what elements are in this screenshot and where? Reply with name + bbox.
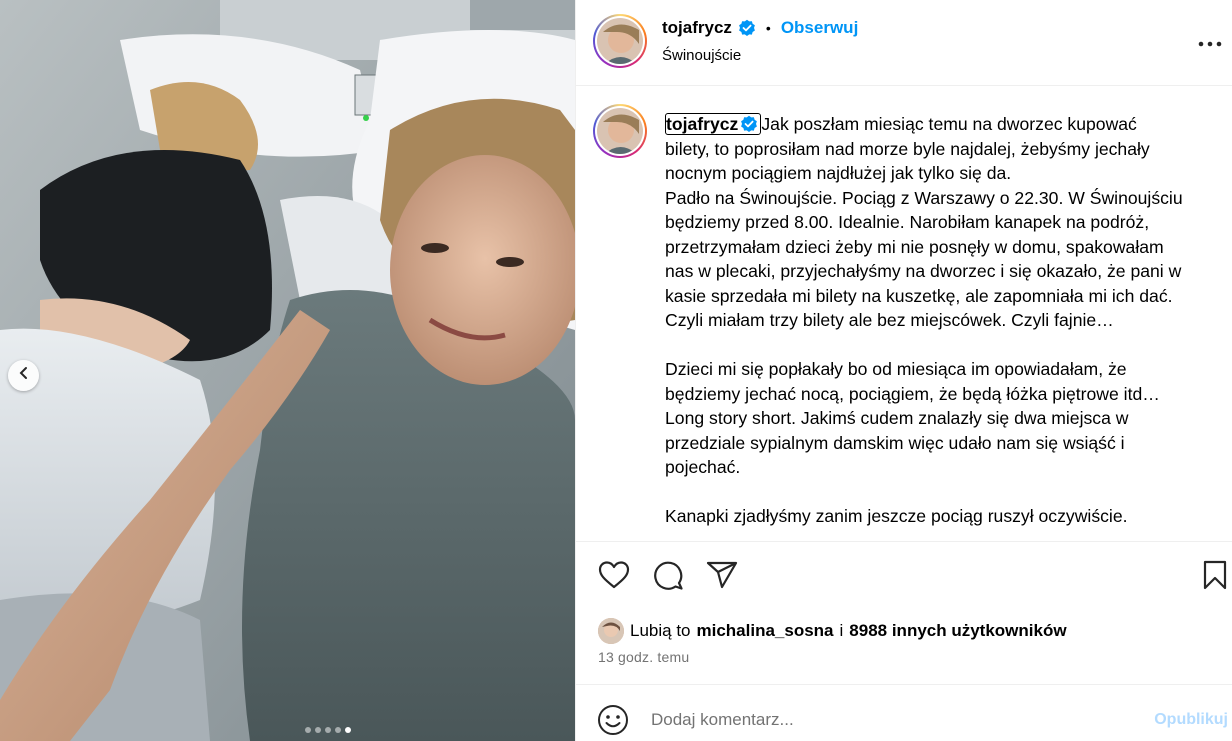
likes-connector: i <box>839 621 844 640</box>
liker-username[interactable]: michalina_sosna <box>697 621 834 641</box>
verified-badge-icon <box>740 115 758 133</box>
author-username[interactable]: tojafrycz <box>662 18 732 38</box>
post-photo <box>0 0 575 741</box>
caption-line: nas w plecaki, przyjechałyśmy na dworzec… <box>665 261 1182 281</box>
post-location[interactable]: Świnoujście <box>662 47 741 64</box>
caption-line: Long story short. Jakimś cudem znalazły … <box>665 408 1129 428</box>
carousel-dot <box>314 727 321 733</box>
carousel-dot <box>334 727 341 733</box>
comment-bar: Opublikuj <box>576 684 1232 741</box>
verified-badge-icon <box>738 19 756 37</box>
more-options-button[interactable] <box>1197 30 1223 56</box>
caption-line: będziemy przed 8.00. Idealnie. Narobiłam… <box>665 212 1150 232</box>
likes-summary: Lubią to michalina_sosna i 8988 innych u… <box>598 618 1067 644</box>
carousel-dot <box>304 727 311 733</box>
share-button[interactable] <box>705 560 739 594</box>
caption-author-avatar[interactable] <box>593 104 647 158</box>
paper-plane-icon <box>706 560 738 595</box>
follow-button[interactable]: Obserwuj <box>781 18 858 38</box>
author-avatar[interactable] <box>593 14 647 68</box>
caption-line: Jak poszłam miesiąc temu na dworzec kupo… <box>761 114 1137 134</box>
post-actions <box>576 541 1232 613</box>
caption-line: bilety, to poprosiłam nad morze byle naj… <box>665 138 1150 159</box>
carousel-prev-button[interactable] <box>8 360 39 391</box>
publish-button[interactable]: Opublikuj <box>1154 711 1228 729</box>
heart-icon <box>598 560 630 595</box>
post-caption: tojafrycz Jak poszłam miesiąc temu na dwo… <box>576 86 1232 541</box>
bookmark-icon <box>1202 560 1228 595</box>
emoji-icon <box>596 705 630 741</box>
emoji-button[interactable] <box>596 703 630 737</box>
liker-avatar[interactable] <box>598 618 624 644</box>
post-media[interactable] <box>0 0 575 741</box>
save-button[interactable] <box>1198 560 1232 594</box>
caption-username[interactable]: tojafrycz <box>665 113 762 135</box>
more-options-icon <box>1198 34 1222 52</box>
caption-line: przetrzymałam dzieci żeby mi nie posnęły… <box>665 236 1164 257</box>
carousel-indicator <box>0 727 575 733</box>
caption-username-text: tojafrycz <box>666 114 739 134</box>
caption-line: będziemy jechać nocą, pociągiem, że będą… <box>665 383 1160 404</box>
caption-line: Czyli miałam trzy bilety ale bez miejscó… <box>665 310 1114 330</box>
caption-line: Dzieci mi się popłakały bo od miesiąca i… <box>665 359 1127 379</box>
likes-prefix: Lubią to <box>630 621 691 640</box>
post-sidebar: tojafrycz • Obserwuj Świnoujście tojafry… <box>575 0 1232 741</box>
caption-line: nocnym pociągiem najdłużej jak tylko się… <box>665 163 1012 183</box>
caption-line: przedziale sypialnym damskim więc udało … <box>665 432 1125 453</box>
separator-bullet: • <box>765 20 771 36</box>
likes-count-link[interactable]: 8988 innych użytkowników <box>849 621 1066 641</box>
caption-line: pojechać. <box>665 457 741 477</box>
post-timestamp[interactable]: 13 godz. temu <box>598 649 689 665</box>
caption-line: kasie sprzedała mi bilety na kuszetkę, a… <box>665 285 1173 306</box>
comment-button[interactable] <box>651 560 685 594</box>
carousel-dot <box>324 727 331 733</box>
caption-line: Padło na Świnoujście. Pociąg z Warszawy … <box>665 187 1183 208</box>
carousel-dot-active <box>344 727 351 733</box>
comment-icon <box>652 559 684 596</box>
post-header: tojafrycz • Obserwuj Świnoujście <box>576 0 1232 86</box>
like-button[interactable] <box>597 560 631 594</box>
chevron-left-icon <box>17 366 31 385</box>
caption-text: tojafrycz Jak poszłam miesiąc temu na dwo… <box>665 112 1220 529</box>
comment-input[interactable] <box>651 707 1121 733</box>
caption-line: Kanapki zjadłyśmy zanim jeszcze pociąg r… <box>665 506 1128 526</box>
